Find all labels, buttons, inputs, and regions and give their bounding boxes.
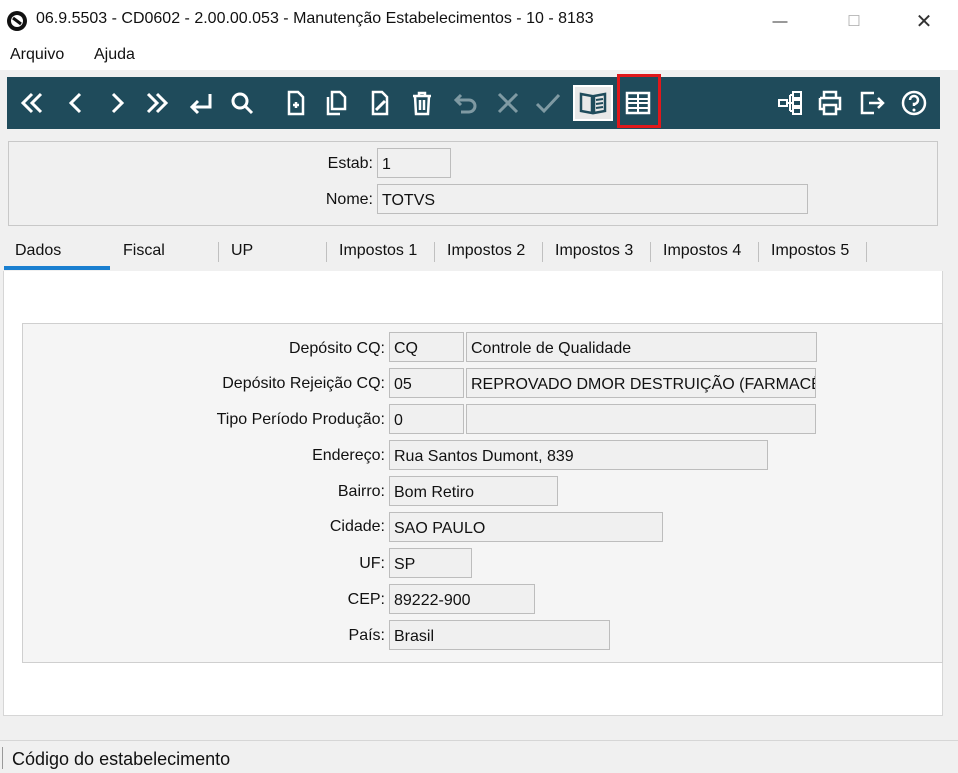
tree-structure-button[interactable]	[773, 85, 807, 121]
new-record-button[interactable]	[279, 85, 313, 121]
confirm-icon	[535, 93, 561, 114]
tab-impostos-3[interactable]: Impostos 3	[555, 242, 633, 260]
pais-field[interactable]: Brasil	[389, 620, 610, 650]
menu-bar: Arquivo Ajuda	[0, 42, 958, 70]
new-record-icon	[287, 90, 305, 116]
deposito-cq-description: Controle de Qualidade	[466, 332, 817, 362]
search-icon	[231, 92, 254, 115]
search-button[interactable]	[225, 85, 259, 121]
window-title: 06.9.5503 - CD0602 - 2.00.00.053 - Manut…	[36, 10, 594, 27]
tab-dados[interactable]: Dados	[15, 242, 61, 260]
pais-label: País:	[348, 627, 385, 644]
tab-separator	[434, 242, 435, 262]
delete-record-button[interactable]	[405, 85, 439, 121]
next-record-icon	[111, 92, 125, 114]
open-book-button[interactable]	[573, 85, 613, 121]
tab-impostos-5[interactable]: Impostos 5	[771, 242, 849, 260]
open-book-icon	[579, 92, 607, 115]
tab-separator	[542, 242, 543, 262]
cidade-field[interactable]: SAO PAULO	[389, 512, 663, 542]
close-button[interactable]: ✕	[904, 8, 944, 34]
exit-button[interactable]	[855, 85, 889, 121]
help-icon	[901, 90, 927, 116]
undo-icon	[453, 93, 477, 114]
tree-structure-icon	[778, 91, 802, 115]
maximize-button[interactable]: ☐	[834, 8, 874, 34]
tab-up[interactable]: UP	[231, 242, 253, 260]
minimize-icon: —	[772, 12, 788, 30]
title-bar: 06.9.5503 - CD0602 - 2.00.00.053 - Manut…	[0, 0, 958, 42]
first-record-icon	[20, 92, 43, 114]
cidade-label: Cidade:	[329, 518, 385, 535]
cep-label: CEP:	[347, 591, 385, 608]
highlight-box	[617, 74, 661, 128]
edit-record-button[interactable]	[363, 85, 397, 121]
edit-record-icon	[371, 90, 389, 116]
tab-separator	[866, 242, 867, 262]
tab-impostos-4[interactable]: Impostos 4	[663, 242, 741, 260]
endereco-field[interactable]: Rua Santos Dumont, 839	[389, 440, 768, 470]
cancel-icon	[497, 92, 519, 114]
copy-record-button[interactable]	[319, 85, 353, 121]
goto-record-icon	[189, 94, 212, 115]
status-text: Código do estabelecimento	[12, 749, 231, 769]
deposito-rejeicao-description: REPROVADO DMOR DESTRUIÇÃO (FARMACÊUT	[466, 368, 816, 398]
confirm-button[interactable]	[531, 85, 565, 121]
tab-fiscal[interactable]: Fiscal	[123, 242, 165, 260]
deposito-rejeicao-label: Depósito Rejeição CQ:	[222, 375, 385, 392]
bairro-field[interactable]: Bom Retiro	[389, 476, 558, 506]
deposito-rejeicao-code-field[interactable]: 05	[389, 368, 464, 398]
undo-button[interactable]	[449, 85, 483, 121]
close-icon: ✕	[915, 10, 933, 33]
next-record-button[interactable]	[100, 85, 134, 121]
uf-label: UF:	[359, 555, 385, 572]
menu-arquivo[interactable]: Arquivo	[10, 46, 64, 64]
maximize-icon: ☐	[847, 13, 861, 30]
toolbar	[7, 77, 940, 129]
last-record-icon	[146, 92, 169, 114]
previous-record-icon	[68, 92, 82, 114]
estab-field[interactable]: 1	[377, 148, 451, 178]
deposito-cq-code-field[interactable]: CQ	[389, 332, 464, 362]
deposito-cq-label: Depósito CQ:	[288, 340, 385, 357]
uf-field[interactable]: SP	[389, 548, 472, 578]
last-record-button[interactable]	[140, 85, 174, 121]
tab-impostos-2[interactable]: Impostos 2	[447, 242, 525, 260]
tipo-periodo-label: Tipo Período Produção:	[216, 411, 385, 428]
delete-record-icon	[413, 91, 431, 116]
bairro-label: Bairro:	[337, 483, 385, 500]
tipo-periodo-description	[466, 404, 816, 434]
status-separator	[2, 747, 3, 769]
copy-record-icon	[326, 90, 347, 116]
tab-separator	[218, 242, 219, 262]
exit-icon	[860, 91, 885, 115]
first-record-button[interactable]	[15, 85, 49, 121]
help-button[interactable]	[897, 85, 931, 121]
endereco-label: Endereço:	[312, 447, 385, 464]
status-bar: Código do estabelecimento	[0, 740, 958, 773]
cep-field[interactable]: 89222-900	[389, 584, 535, 614]
tipo-periodo-code-field[interactable]: 0	[389, 404, 464, 434]
active-tab-indicator	[4, 266, 110, 270]
goto-record-button[interactable]	[183, 85, 217, 121]
estab-label: Estab:	[327, 155, 373, 172]
cancel-button[interactable]	[491, 85, 525, 121]
menu-ajuda[interactable]: Ajuda	[94, 46, 135, 64]
print-button[interactable]	[813, 85, 847, 121]
tab-bar: Dados Fiscal UP Impostos 1 Impostos 2 Im…	[0, 236, 958, 272]
minimize-button[interactable]: —	[760, 8, 800, 34]
nome-label: Nome:	[325, 191, 373, 208]
tab-separator	[326, 242, 327, 262]
app-logo-icon	[7, 11, 27, 31]
tab-separator	[650, 242, 651, 262]
print-icon	[818, 90, 842, 116]
previous-record-button[interactable]	[59, 85, 93, 121]
tab-impostos-1[interactable]: Impostos 1	[339, 242, 417, 260]
tab-separator	[758, 242, 759, 262]
nome-field[interactable]: TOTVS	[377, 184, 808, 214]
